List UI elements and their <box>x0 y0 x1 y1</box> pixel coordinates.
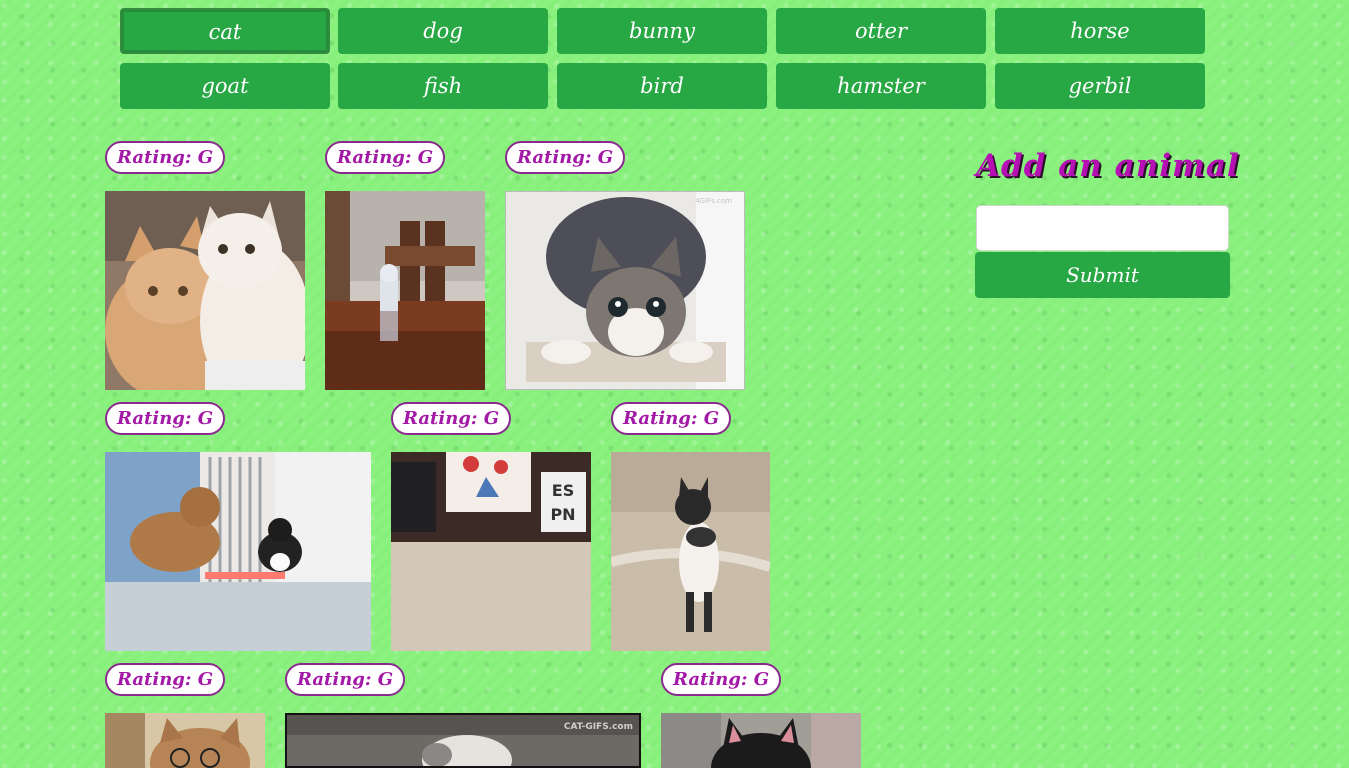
rating-badge: Rating: G <box>325 141 446 174</box>
poster-text-top: ES <box>552 481 574 500</box>
poster-text-bottom: PN <box>550 505 575 524</box>
gif-watermark: CAT-GIFS.com <box>564 722 633 732</box>
cat-gif[interactable] <box>105 191 305 390</box>
robot-gif[interactable] <box>325 191 485 390</box>
rating-badge: Rating: G <box>391 402 512 435</box>
submit-button[interactable]: Submit <box>975 252 1230 298</box>
animal-button-horse[interactable]: horse <box>995 8 1205 54</box>
animal-button-bunny[interactable]: bunny <box>557 8 767 54</box>
glasses-cat-gif[interactable] <box>105 713 265 768</box>
animal-button-otter[interactable]: otter <box>776 8 986 54</box>
rating-badge: Rating: G <box>285 663 406 696</box>
animal-button-gerbil[interactable]: gerbil <box>995 63 1205 109</box>
animal-button-cat[interactable]: cat <box>120 8 330 54</box>
animal-button-hamster[interactable]: hamster <box>776 63 986 109</box>
kitten-pounce-gif[interactable]: ES PN <box>391 452 591 651</box>
lightsaber-cat-gif[interactable] <box>105 452 371 651</box>
rating-badge: Rating: G <box>105 402 226 435</box>
rating-badge: Rating: G <box>105 663 226 696</box>
animal-button-fish[interactable]: fish <box>338 63 548 109</box>
gif-watermark: 4GIFs.com <box>695 197 732 205</box>
form-title: Add an animal <box>976 148 1240 184</box>
animal-input[interactable] <box>976 205 1229 251</box>
rating-badge: Rating: G <box>505 141 626 174</box>
animal-button-dog[interactable]: dog <box>338 8 548 54</box>
standing-cat-gif[interactable] <box>611 452 770 651</box>
rating-badge: Rating: G <box>611 402 732 435</box>
animal-button-bird[interactable]: bird <box>557 63 767 109</box>
black-white-cat-gif[interactable] <box>661 713 861 768</box>
rating-badge: Rating: G <box>661 663 782 696</box>
tabby-cat-gif[interactable]: 4GIFs.com <box>505 191 745 390</box>
rating-badge: Rating: G <box>105 141 226 174</box>
cat-closeup-gif[interactable]: CAT-GIFS.com <box>285 713 641 768</box>
animal-button-goat[interactable]: goat <box>120 63 330 109</box>
